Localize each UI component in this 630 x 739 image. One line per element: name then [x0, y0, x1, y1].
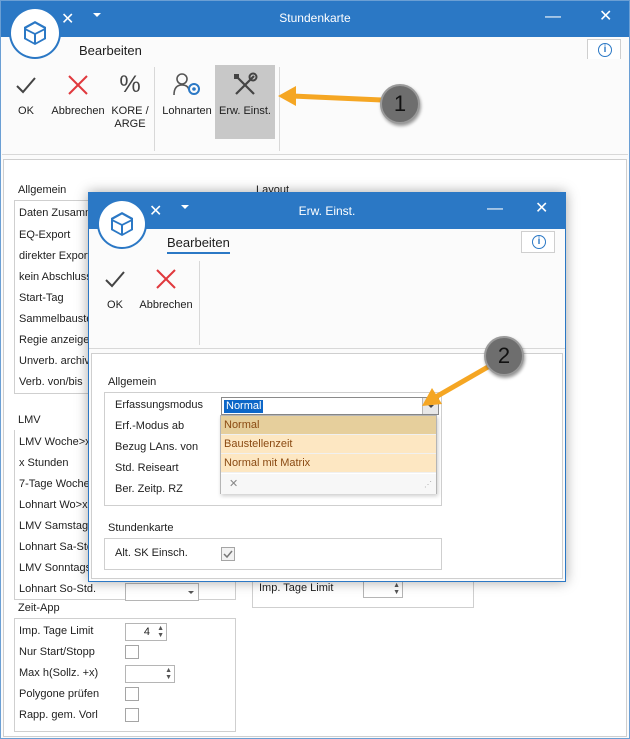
callout-2: 2 [484, 336, 524, 376]
annotation-arrows [278, 86, 502, 406]
callout-1: 1 [380, 84, 420, 124]
arrow-1-line [291, 93, 383, 103]
arrow-1-head [278, 86, 296, 106]
